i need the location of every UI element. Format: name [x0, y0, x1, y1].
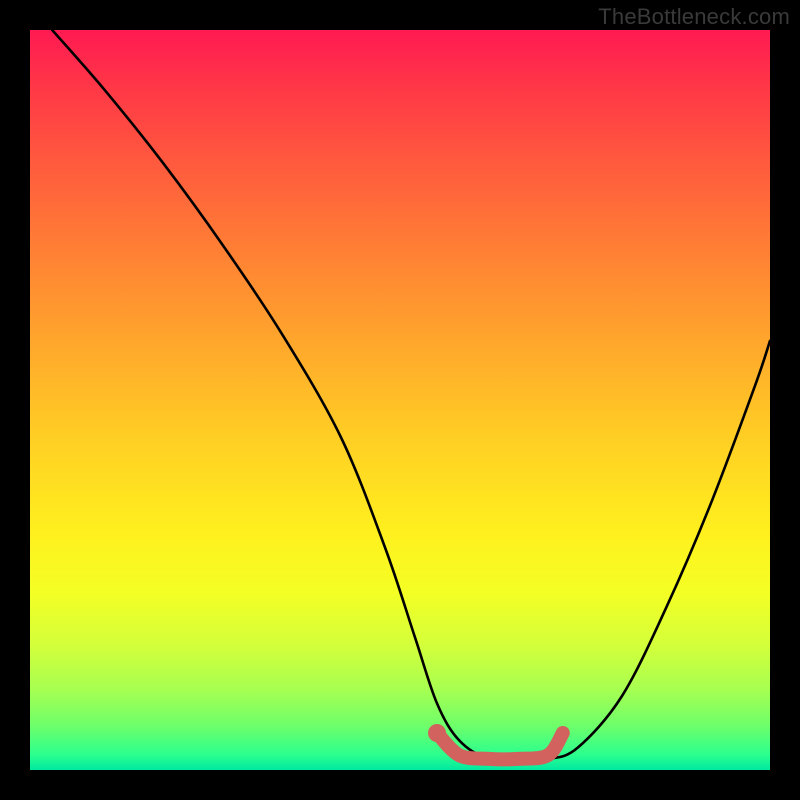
- watermark-text: TheBottleneck.com: [598, 4, 790, 30]
- chart-plot-area: [30, 30, 770, 770]
- optimal-start-dot: [428, 724, 446, 742]
- bottleneck-curve: [52, 30, 770, 760]
- chart-svg: [30, 30, 770, 770]
